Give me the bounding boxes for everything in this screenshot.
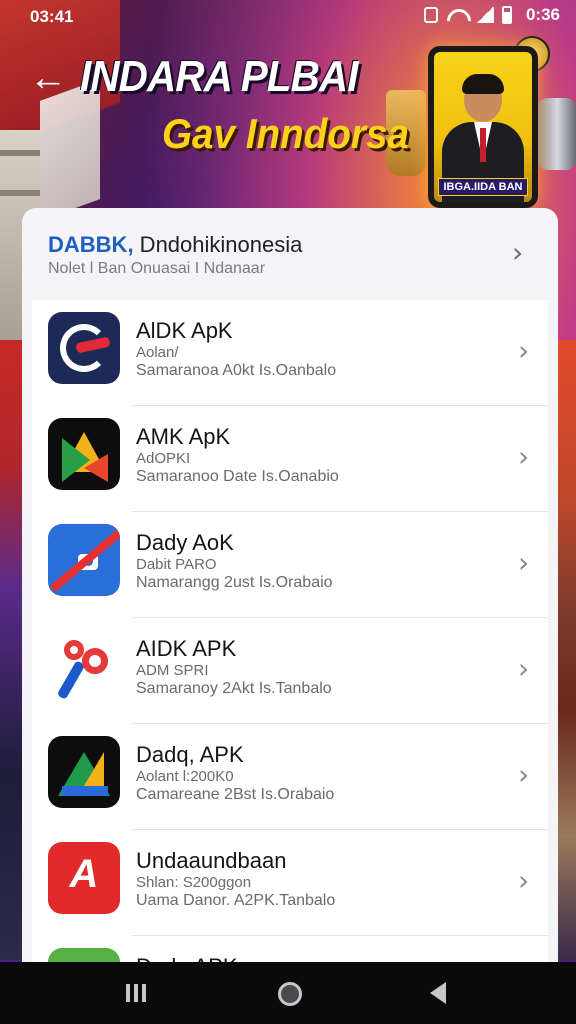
card-title: DABBK, Dndohikinonesia [48,232,302,258]
app-version: AdOPKI [136,450,191,467]
banner-title: INDARA PLBAI [80,52,358,101]
app-version: Aolan/ [136,344,179,361]
microphone-icon [538,98,576,170]
chevron-right-icon: › [518,546,530,579]
status-bar: 03:41 0:36 [0,0,576,34]
back-button[interactable]: ← [28,58,68,98]
app-version: Aolant l:200K0 [136,768,234,785]
signal-icon [475,7,494,23]
card-title-text: Dndohikinonesia [133,232,303,257]
chevron-right-icon: › [518,758,530,791]
banner-subtitle: Gav Inndorsa [162,110,409,157]
letter-a-icon: A [48,842,120,914]
status-time: 03:41 [30,7,74,26]
app-name: AlDK ApK [136,318,233,343]
person-tie [480,128,486,162]
list-item[interactable]: AMK ApK AdOPKI Samaranoo Date Is.Oanabio… [32,406,548,512]
chevron-right-icon: › [518,440,530,473]
app-version: Shlan: S200ggon [136,874,252,891]
app-logo-icon [48,312,120,384]
back-nav-button[interactable] [418,978,458,1008]
list-item[interactable]: Dady AoK Dabit PARO Namarangg 2ust Is.Or… [32,512,548,618]
app-version: Dabit PARO [136,556,217,573]
app-name: AMK ApK [136,424,231,449]
phone-graphic: IBGA.IIDA BAN [428,46,538,208]
app-meta: Camareane 2Bst Is.Orabaio [136,786,335,803]
camera-off-icon [48,524,120,596]
status-clock: 0:36 [525,5,560,24]
right-edge-decoration [556,340,576,960]
wifi-icon [446,7,468,23]
scissors-icon [48,630,120,702]
home-button[interactable] [268,978,308,1008]
notification-icon [423,7,438,23]
list-item[interactable]: AlDK ApK Aolan/ Samaranoa A0kt Is.Oanbal… [32,300,548,406]
chevron-right-icon: › [518,652,530,685]
chevron-right-icon: › [512,236,524,269]
card-subtitle: Nolet l Ban Onuasai I Ndanaar [48,260,266,277]
app-name: AIDK APK [136,636,237,661]
arrow-left-icon: ← [29,57,67,99]
app-meta: Namarangg 2ust Is.Orabaio [136,574,333,591]
battery-icon [501,6,512,24]
list-item[interactable]: A Undaaundbaan Shlan: S200ggon Uama Dano… [32,830,548,936]
navigation-bar [0,962,576,1024]
app-name: Dadq, APK [136,742,244,767]
status-icons: 0:36 [423,5,560,25]
app-meta: Uama Danor. A2PK.Tanbalo [136,892,336,909]
phone-caption: IBGA.IIDA BAN [438,178,528,196]
left-edge-decoration [0,340,24,960]
list-item[interactable]: Dadq, APK Aolant l:200K0 Camareane 2Bst … [32,724,548,830]
chevron-right-icon: › [518,864,530,897]
phone-screen: IBGA.IIDA BAN [434,52,532,202]
app-name: Dady AoK [136,530,234,555]
drive-triangle-icon [48,736,120,808]
play-triangle-icon [48,418,120,490]
card-title-accent: DABBK, [48,232,134,257]
card-header-link[interactable]: DABBK, Dndohikinonesia Nolet l Ban Onuas… [22,208,558,300]
chevron-right-icon: › [518,334,530,367]
app-version: ADM SPRI [136,662,209,679]
person-hair [462,74,504,94]
list-item[interactable]: AIDK APK ADM SPRI Samaranoy 2Akt Is.Tanb… [32,618,548,724]
app-meta: Samaranoo Date Is.Oanabio [136,468,339,485]
app-list-card: DABBK, Dndohikinonesia Nolet l Ban Onuas… [22,208,558,968]
app-name: Undaaundbaan [136,848,287,873]
recents-button[interactable] [116,978,156,1008]
app-meta: Samaranoa A0kt Is.Oanbalo [136,362,337,379]
app-list: AlDK ApK Aolan/ Samaranoa A0kt Is.Oanbal… [32,300,548,968]
app-meta: Samaranoy 2Akt Is.Tanbalo [136,680,332,697]
recents-icon [126,984,130,1002]
